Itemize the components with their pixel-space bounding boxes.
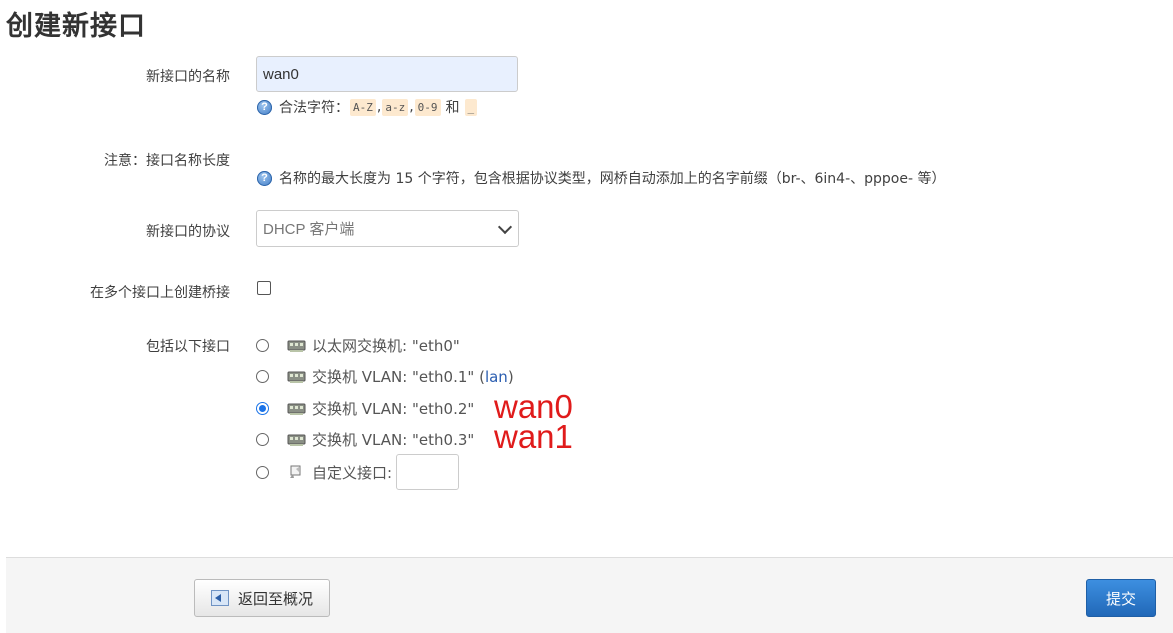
interface-option-text: 自定义接口: (312, 463, 393, 482)
lan-link[interactable]: lan (485, 368, 508, 386)
interfaces-label: 包括以下接口 (146, 339, 230, 355)
separator: , (409, 99, 414, 115)
char-range-lowercase: a-z (382, 98, 409, 116)
bridge-label: 在多个接口上创建桥接 (90, 285, 230, 301)
char-underscore: _ (464, 98, 478, 116)
radio-button[interactable] (256, 339, 269, 352)
back-to-overview-button[interactable]: 返回至概况 (194, 579, 330, 617)
bridge-checkbox[interactable] (257, 281, 271, 295)
interface-option-eth0[interactable]: 以太网交换机: "eth0" (256, 335, 460, 356)
closing-paren: ) (507, 367, 514, 386)
form-footer (6, 557, 1173, 633)
protocol-label: 新接口的协议 (146, 224, 230, 240)
interface-option-eth0-2[interactable]: 交换机 VLAN: "eth0.2" (256, 398, 474, 419)
interface-option-eth0-1[interactable]: 交换机 VLAN: "eth0.1" (lan) (256, 366, 514, 387)
and-text: 和 (445, 100, 460, 116)
interface-name-input[interactable] (256, 56, 518, 92)
ethernet-switch-icon (287, 371, 306, 383)
interface-name-label: 新接口的名称 (146, 69, 230, 85)
radio-button[interactable] (256, 465, 269, 479)
help-icon: ? (257, 99, 272, 115)
custom-interface-input[interactable] (396, 454, 460, 490)
interface-option-text: 以太网交换机: "eth0" (312, 337, 460, 355)
interface-option-eth0-3[interactable]: 交换机 VLAN: "eth0.3" (256, 429, 474, 450)
name-length-note-label: 注意：接口名称长度 (104, 153, 230, 169)
char-range-digits: 0-9 (414, 98, 441, 116)
radio-button-selected[interactable] (256, 402, 269, 415)
back-arrow-icon (210, 590, 229, 606)
interface-option-custom[interactable]: 自定义接口: (256, 454, 460, 490)
separator: , (376, 99, 382, 115)
submit-button-label: 提交 (1105, 589, 1136, 608)
name-hint: ? 合法字符： A-Z, a-z, 0-9 和 _ (257, 97, 478, 117)
interface-option-text: 交换机 VLAN: "eth0.3" (312, 431, 475, 449)
protocol-selected-value: DHCP 客户端 (263, 221, 355, 238)
char-range-uppercase: A-Z (350, 98, 376, 116)
radio-button[interactable] (256, 433, 269, 446)
name-length-note-text: 名称的最大长度为 15 个字符，包含根据协议类型，网桥自动添加上的名字前缀（br… (279, 171, 946, 187)
help-icon: ? (257, 170, 272, 186)
name-length-note: ? 名称的最大长度为 15 个字符，包含根据协议类型，网桥自动添加上的名字前缀（… (257, 168, 945, 188)
ethernet-switch-icon (287, 434, 306, 446)
ethernet-switch-icon (287, 403, 306, 415)
radio-button[interactable] (256, 370, 269, 383)
ethernet-switch-icon (287, 340, 306, 352)
interface-option-text: 交换机 VLAN: "eth0.1" ( (312, 368, 485, 386)
chevron-down-icon (497, 219, 513, 234)
custom-interface-icon (290, 465, 301, 478)
interface-option-text: 交换机 VLAN: "eth0.2" (312, 400, 475, 418)
page-title: 创建新接口 (6, 11, 146, 42)
submit-button[interactable]: 提交 (1086, 579, 1156, 617)
back-button-label: 返回至概况 (237, 589, 313, 608)
protocol-select[interactable]: DHCP 客户端 (256, 210, 519, 247)
hint-prefix: 合法字符： (279, 100, 349, 116)
annotation-wan1: wan1 (494, 418, 573, 455)
